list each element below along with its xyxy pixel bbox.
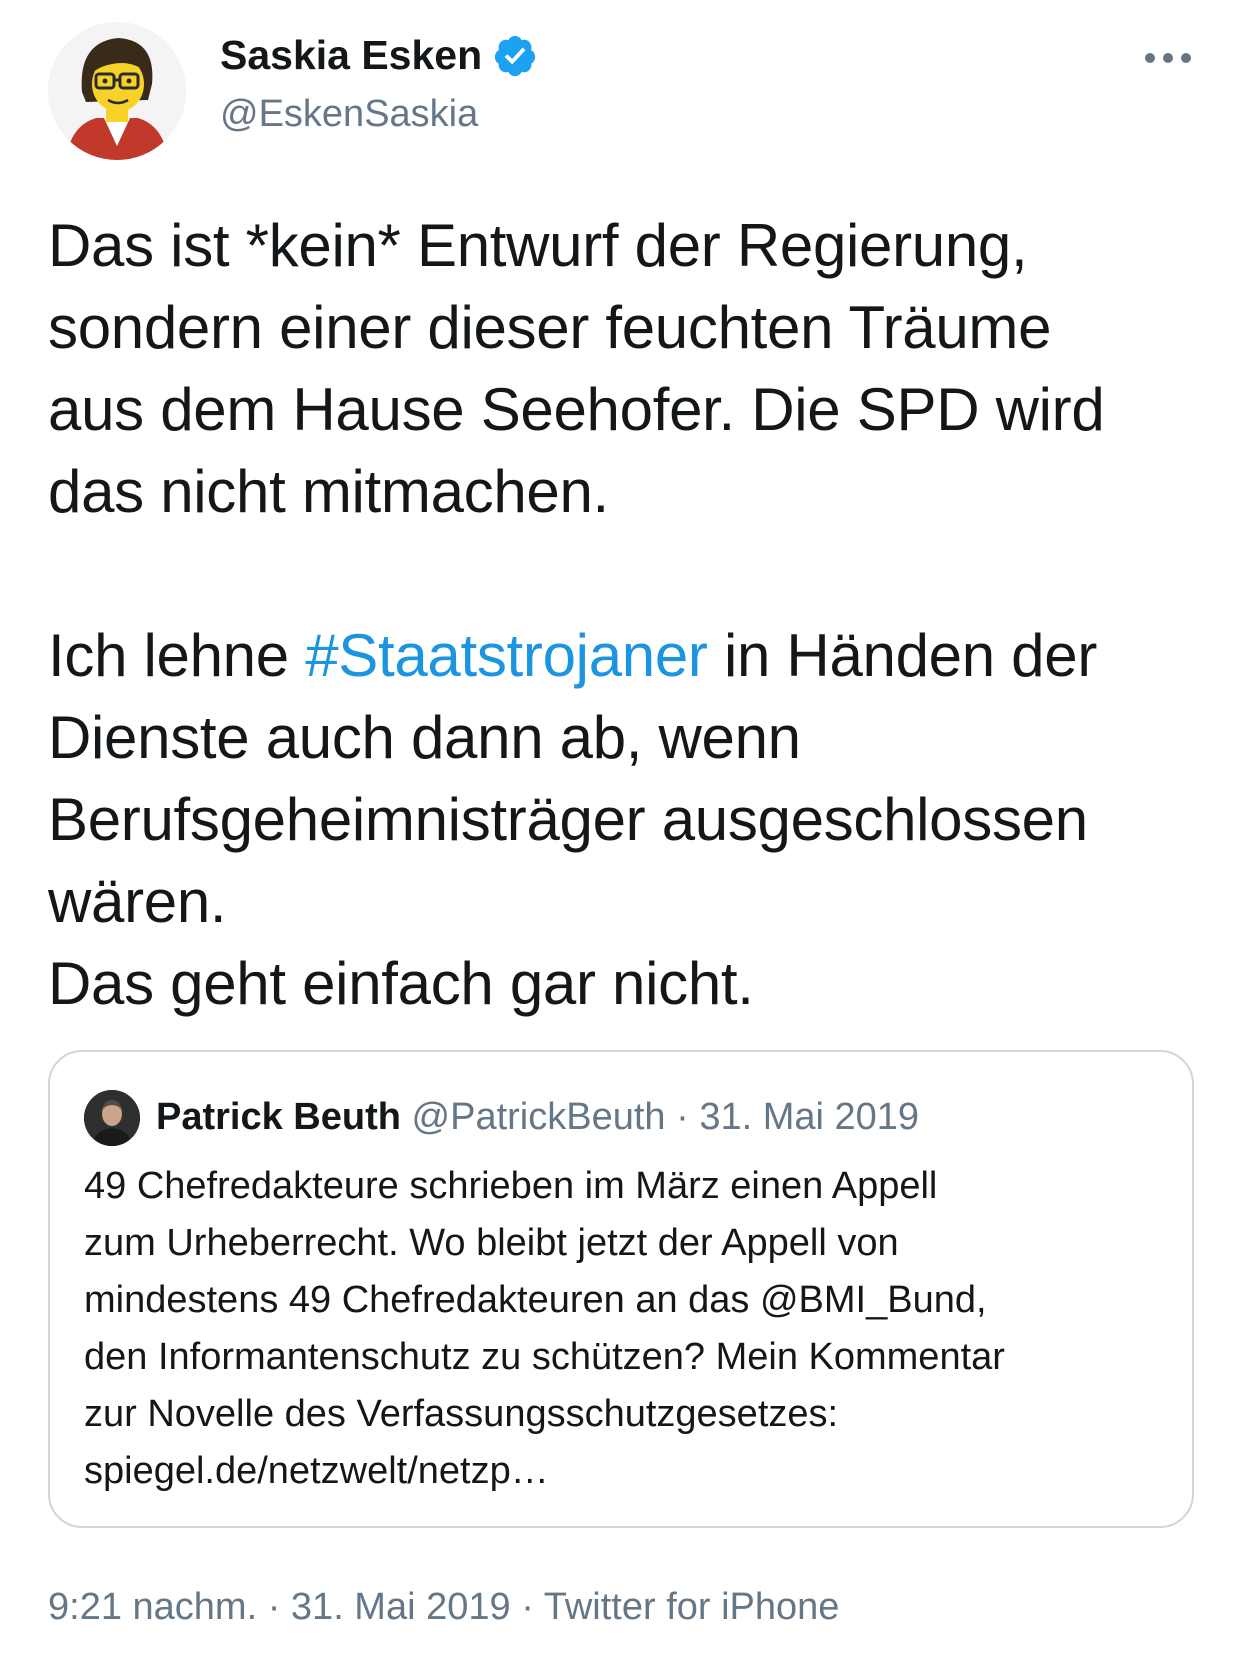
quoted-line: zum Urheberrecht. Wo bleibt jetzt der Ap… bbox=[84, 1222, 899, 1264]
quoted-author-name: Patrick Beuth bbox=[156, 1096, 401, 1138]
tweet-line: Das ist *kein* Entwurf der Regierung, bbox=[48, 212, 1028, 279]
author-name[interactable]: Saskia Esken bbox=[220, 30, 482, 80]
quoted-tweet-header: Patrick Beuth @PatrickBeuth · 31. Mai 20… bbox=[156, 1092, 919, 1142]
tweet-time[interactable]: 9:21 nachm. bbox=[48, 1586, 257, 1628]
footer-separator: · bbox=[510, 1586, 544, 1628]
footer-separator: · bbox=[257, 1586, 291, 1628]
tweet-date[interactable]: 31. Mai 2019 bbox=[291, 1586, 511, 1628]
quoted-link[interactable]: spiegel.de/netzwelt/netzp… bbox=[84, 1443, 1164, 1500]
quoted-author-avatar[interactable] bbox=[84, 1090, 140, 1146]
quoted-avatar-image bbox=[84, 1090, 140, 1146]
author-avatar[interactable] bbox=[48, 22, 186, 160]
avatar-image bbox=[48, 22, 186, 160]
tweet-line: sondern einer dieser feuchten Träume bbox=[48, 294, 1052, 361]
quoted-line: 49 Chefredakteure schrieben im März eine… bbox=[84, 1165, 938, 1207]
tweet-text-segment: Ich lehne bbox=[48, 622, 306, 689]
author-handle[interactable]: @EskenSaskia bbox=[220, 90, 478, 138]
tweet-source[interactable]: Twitter for iPhone bbox=[544, 1586, 840, 1628]
hashtag-link[interactable]: #Staatstrojaner bbox=[305, 622, 708, 689]
tweet-detail: Saskia Esken @EskenSaskia Das ist *kein*… bbox=[0, 0, 1242, 1673]
tweet-line: Berufsgeheimnisträger ausgeschlossen bbox=[48, 786, 1088, 853]
verified-badge-icon bbox=[494, 35, 536, 77]
tweet-line: Das geht einfach gar nicht. bbox=[48, 950, 754, 1017]
tweet-line: aus dem Hause Seehofer. Die SPD wird bbox=[48, 376, 1105, 443]
quoted-separator: · bbox=[665, 1096, 700, 1138]
quoted-line: zur Novelle des Verfassungsschutzgesetze… bbox=[84, 1393, 839, 1435]
more-options-icon[interactable] bbox=[1140, 40, 1196, 76]
tweet-footer: 9:21 nachm. · 31. Mai 2019 · Twitter for… bbox=[48, 1582, 839, 1632]
tweet-line: das nicht mitmachen. bbox=[48, 458, 609, 525]
quoted-author-handle: @PatrickBeuth bbox=[411, 1096, 666, 1138]
quoted-line: mindestens 49 Chefredakteuren an das @BM… bbox=[84, 1279, 987, 1321]
quoted-tweet-text: 49 Chefredakteure schrieben im März eine… bbox=[84, 1158, 1164, 1500]
tweet-line: wären. bbox=[48, 868, 227, 935]
quoted-line: den Informantenschutz zu schützen? Mein … bbox=[84, 1336, 1005, 1378]
tweet-text-segment: in Händen der bbox=[707, 622, 1097, 689]
tweet-text: Das ist *kein* Entwurf der Regierung, so… bbox=[48, 205, 1208, 1025]
quoted-tweet-card[interactable]: Patrick Beuth @PatrickBeuth · 31. Mai 20… bbox=[48, 1050, 1194, 1528]
tweet-line: Dienste auch dann ab, wenn bbox=[48, 704, 801, 771]
quoted-tweet-date: 31. Mai 2019 bbox=[699, 1096, 920, 1138]
tweet-line: Ich lehne #Staatstrojaner in Händen der bbox=[48, 615, 1208, 697]
